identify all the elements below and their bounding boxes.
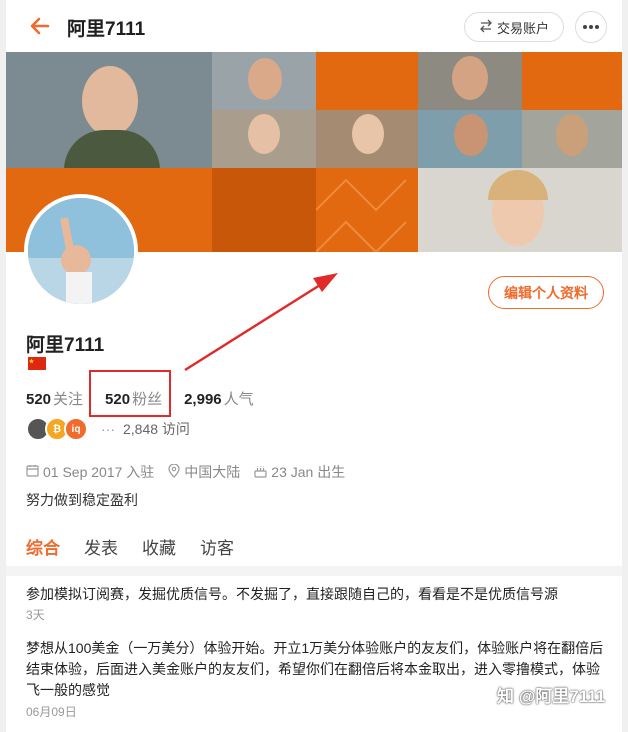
profile-bio: 努力做到稳定盈利 [26, 492, 138, 508]
edit-profile-button[interactable]: 编辑个人资料 [488, 276, 604, 309]
profile-tabs: 综合 发表 收藏 访客 [26, 534, 234, 569]
post-time: 06月09日 [26, 705, 77, 719]
profile-name: 阿里7111 [26, 335, 105, 356]
popularity-count: 2,996 [184, 391, 222, 408]
birthday: 23 Jan 出生 [254, 462, 345, 482]
post-time: 3天 [26, 608, 45, 622]
trade-account-label: 交易账户 [496, 20, 549, 36]
popularity-stat[interactable]: 2,996 人气 [184, 388, 254, 409]
popularity-label: 人气 [223, 391, 254, 408]
cake-icon [254, 464, 267, 481]
banner-photo [6, 52, 212, 168]
following-stat[interactable]: 520 关注 [26, 388, 83, 409]
following-count: 520 [26, 391, 52, 408]
more-options-icon[interactable] [575, 11, 607, 43]
location: 中国大陆 [168, 462, 240, 482]
banner-tile [316, 168, 418, 252]
banner-photo [212, 52, 316, 110]
badge-more[interactable]: ··· [101, 421, 115, 437]
banner-tile [522, 52, 622, 110]
china-flag-icon [28, 357, 46, 370]
banner-photo [316, 110, 418, 168]
back-arrow-icon[interactable] [26, 12, 54, 40]
watermark: 知 @阿里7111 [497, 687, 606, 706]
tab-visitors[interactable]: 访客 [200, 534, 234, 569]
page-title: 阿里7111 [67, 19, 146, 40]
avatar[interactable] [24, 194, 138, 308]
profile-card: 阿里7111 交易账户 编辑个人资料 阿里7111 520 关注 520 粉丝 … [6, 0, 622, 732]
banner-tile [316, 52, 418, 110]
swap-icon [479, 19, 493, 36]
post-text[interactable]: 参加模拟订阅赛，发掘优质信号。不发掘了，直接跟随自己的，看看是不是优质信号源 [26, 584, 616, 604]
banner-photo [418, 168, 622, 252]
location-pin-icon [168, 462, 180, 481]
followers-highlight-box [89, 370, 171, 417]
top-bar: 阿里7111 交易账户 [6, 0, 622, 52]
badge-list: ₿ iq ··· 2,848 访问 [26, 416, 190, 442]
tab-favorites[interactable]: 收藏 [142, 534, 176, 569]
banner-photo [212, 110, 316, 168]
banner-photo [418, 52, 522, 110]
section-divider [6, 566, 622, 576]
calendar-icon [26, 464, 39, 480]
banner-photo [418, 110, 522, 168]
visits-count: 2,848 访问 [123, 421, 190, 437]
banner-tile [212, 168, 316, 252]
trade-account-button[interactable]: 交易账户 [464, 12, 564, 42]
profile-meta: 01 Sep 2017 入驻 中国大陆 23 Jan 出生 [26, 462, 345, 482]
following-label: 关注 [53, 391, 84, 408]
tab-overview[interactable]: 综合 [26, 534, 60, 569]
banner-photo [522, 110, 622, 168]
join-date: 01 Sep 2017 入驻 [26, 462, 154, 482]
tab-posts[interactable]: 发表 [84, 534, 118, 569]
iq-badge-icon[interactable]: iq [64, 417, 88, 441]
